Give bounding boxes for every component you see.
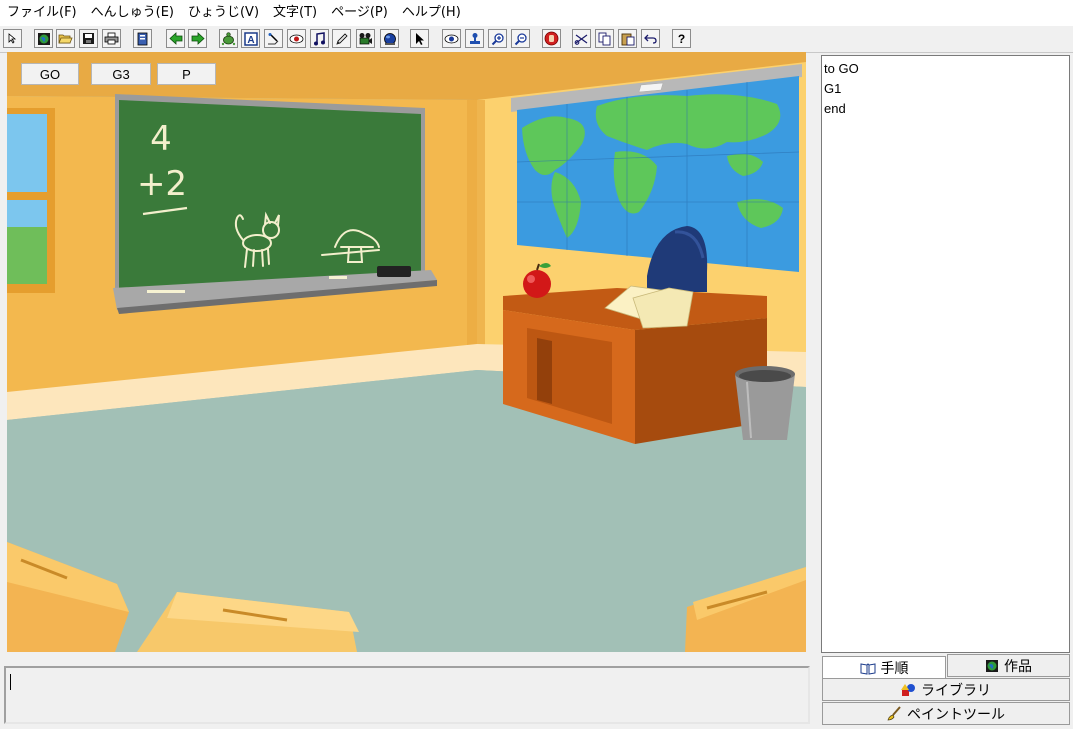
scissors-icon[interactable]: [572, 29, 591, 48]
turtle-icon[interactable]: [219, 29, 238, 48]
tab-paint-tools[interactable]: ペイントツール: [822, 702, 1070, 725]
tab-procedures-label: 手順: [880, 661, 909, 677]
svg-text:A: A: [247, 35, 254, 46]
open-folder-icon[interactable]: [56, 29, 75, 48]
zoom-out-icon[interactable]: [511, 29, 530, 48]
globe-icon: [985, 659, 999, 673]
tab-paint-tools-label: ペイントツール: [907, 706, 1005, 723]
tab-library-label: ライブラリ: [921, 682, 991, 699]
arrow-right-icon[interactable]: [188, 29, 207, 48]
stage-canvas[interactable]: 4 +2 GO G3 P: [7, 52, 806, 652]
text-box-icon[interactable]: A: [241, 29, 260, 48]
menu-view[interactable]: ひょうじ(V): [181, 0, 266, 26]
tab-procedures[interactable]: 手順: [822, 656, 946, 679]
menu-file[interactable]: ファイル(F): [0, 0, 84, 26]
magnet-icon[interactable]: [264, 29, 283, 48]
zoom-in-icon[interactable]: [488, 29, 507, 48]
cursor-arrow-icon[interactable]: [410, 29, 429, 48]
paintbrush-icon: [887, 706, 902, 721]
procedure-editor[interactable]: to GO G1 end: [821, 55, 1070, 653]
pencil-icon[interactable]: [332, 29, 351, 48]
print-icon[interactable]: [102, 29, 121, 48]
command-center[interactable]: [4, 666, 810, 724]
stop-hand-icon[interactable]: [542, 29, 561, 48]
text-caret: [10, 674, 11, 690]
help-icon[interactable]: ?: [672, 29, 691, 48]
classroom-scene: 4 +2: [7, 52, 806, 652]
shapes-icon: [901, 683, 916, 697]
music-note-icon[interactable]: [310, 29, 329, 48]
film-camera-icon[interactable]: [356, 29, 375, 48]
eye-icon[interactable]: [442, 29, 461, 48]
menu-bar: ファイル(F) へんしゅう(E) ひょうじ(V) 文字(T) ページ(P) ヘル…: [0, 0, 1073, 26]
go-button[interactable]: GO: [21, 63, 79, 85]
tab-project-label: 作品: [1004, 658, 1032, 675]
menu-edit[interactable]: へんしゅう(E): [84, 0, 181, 26]
p-button[interactable]: P: [157, 63, 216, 85]
menu-text[interactable]: 文字(T): [266, 0, 324, 26]
open-book-icon: [860, 662, 876, 675]
paste-icon[interactable]: [618, 29, 637, 48]
undo-icon[interactable]: [641, 29, 660, 48]
editor-line: end: [824, 101, 846, 116]
chalkboard-number: 4: [150, 119, 172, 159]
editor-line: to GO: [824, 61, 859, 76]
tab-project[interactable]: 作品: [947, 654, 1070, 677]
save-disk-icon[interactable]: [79, 29, 98, 48]
menu-help[interactable]: ヘルプ(H): [395, 0, 468, 26]
toolbar: A ?: [0, 26, 1073, 53]
select-tool-icon[interactable]: [3, 29, 22, 48]
copy-icon[interactable]: [595, 29, 614, 48]
globe-icon[interactable]: [34, 29, 53, 48]
eye-red-icon[interactable]: [287, 29, 306, 48]
g3-button[interactable]: G3: [91, 63, 151, 85]
menu-page[interactable]: ページ(P): [324, 0, 395, 26]
editor-line: G1: [824, 81, 842, 96]
tab-library[interactable]: ライブラリ: [822, 678, 1070, 701]
arrow-left-icon[interactable]: [166, 29, 185, 48]
book-icon[interactable]: [133, 29, 152, 48]
sphere-icon[interactable]: [380, 29, 399, 48]
stamp-icon[interactable]: [465, 29, 484, 48]
chalkboard-addend: +2: [137, 164, 187, 204]
